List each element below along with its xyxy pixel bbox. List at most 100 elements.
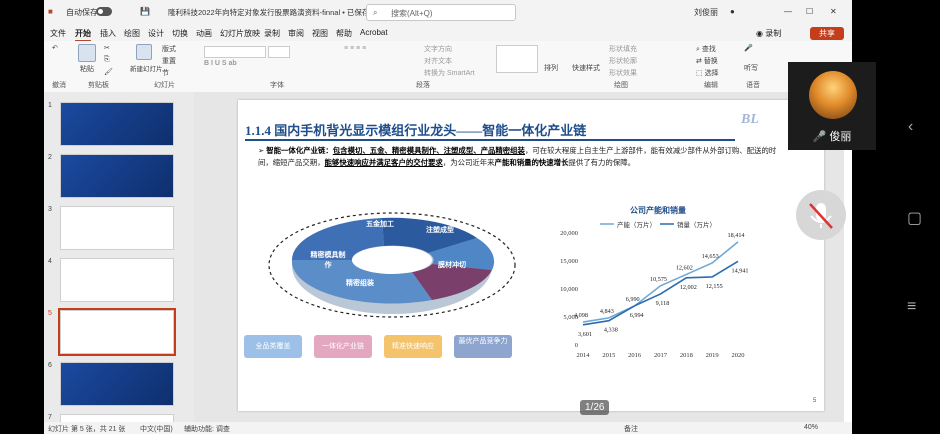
legend-label-capacity: 产能（万片） [617, 220, 656, 229]
font-size-select[interactable] [268, 46, 290, 58]
replace-button[interactable]: ⇄ 替换 [696, 56, 718, 66]
chevron-left-icon[interactable]: ‹ [908, 118, 913, 136]
slide-thumbnail-6[interactable] [60, 362, 174, 406]
zoom-level[interactable]: 40% [804, 424, 818, 431]
align-text-button[interactable]: 对齐文本 [424, 56, 452, 66]
paste-icon[interactable] [78, 44, 96, 64]
data-label-capacity: 14,653 [702, 253, 719, 260]
participant-name: 🎤 俊丽 [812, 131, 852, 143]
x-tick-label: 2015 [602, 352, 615, 359]
share-button[interactable]: 共享 [810, 27, 844, 40]
menu-help[interactable]: 帮助 [336, 28, 352, 39]
layout-button[interactable]: 版式 [162, 44, 176, 54]
dictate-button[interactable]: 听写 [744, 63, 758, 73]
group-editing: 编辑 [704, 82, 718, 89]
data-label-capacity: 6,990 [626, 296, 640, 303]
slide-thumbnail-4[interactable] [60, 258, 174, 302]
status-bar: 幻灯片 第 5 张，共 21 张 中文(中国) 辅助功能: 调查 备注 40% [44, 422, 852, 434]
avatar [809, 71, 857, 119]
menu-home[interactable]: 开始 [75, 28, 91, 42]
user-avatar-icon[interactable]: ● [730, 7, 735, 16]
slide[interactable]: 1.1.4 国内手机背光显示模组行业龙头——智能一体化产业链 BL ➢ 智能一体… [238, 100, 824, 411]
text-direction-button[interactable]: 文字方向 [424, 44, 452, 54]
thumb-number: 4 [48, 258, 52, 265]
arrange-button[interactable]: 排列 [544, 63, 558, 73]
menu-file[interactable]: 文件 [50, 28, 66, 39]
menu-review[interactable]: 审阅 [288, 28, 304, 39]
group-clipboard: 剪贴板 [88, 82, 109, 89]
smartart-button[interactable]: 转换为 SmartArt [424, 68, 475, 78]
save-icon[interactable]: 💾 [140, 7, 150, 16]
y-tick-label: 20,000 [560, 230, 578, 237]
slide-info: 幻灯片 第 5 张，共 21 张 [48, 426, 126, 433]
paragraph-list-icons[interactable]: ≡ ≡ ≡ ≡ [344, 45, 366, 52]
select-button[interactable]: ⬚ 选择 [696, 68, 719, 78]
data-label-capacity: 4,843 [600, 308, 614, 315]
dictate-icon[interactable]: 🎤 [744, 44, 753, 52]
close-icon[interactable]: ✕ [830, 7, 837, 16]
menu-slideshow[interactable]: 幻灯片放映 [220, 28, 260, 39]
menu-draw[interactable]: 绘图 [124, 28, 140, 39]
slide-thumbnail-1[interactable] [60, 102, 174, 146]
square-icon[interactable]: ▢ [907, 208, 922, 228]
pill-integrated-chain: 一体化产业链 [314, 335, 372, 358]
data-label-sales: 9,118 [656, 300, 670, 307]
data-label-capacity: 12,602 [676, 264, 693, 271]
slide-editor: 1.1.4 国内手机背光显示模组行业龙头——智能一体化产业链 BL ➢ 智能一体… [194, 92, 844, 422]
notes-button[interactable]: 备注 [624, 424, 638, 434]
slide-thumbnail-2[interactable] [60, 154, 174, 198]
section-button[interactable]: 节 [162, 68, 169, 78]
shapes-gallery[interactable] [496, 45, 538, 73]
ring-label-assembly: 精密组装 [346, 280, 374, 287]
reset-button[interactable]: 重置 [162, 56, 176, 66]
accessibility-indicator[interactable]: 辅助功能: 调查 [184, 424, 230, 434]
new-slide-label[interactable]: 新建幻灯片 [130, 63, 163, 73]
ring-label-die-cut: 膜材冲切 [438, 262, 466, 269]
menu-animations[interactable]: 动画 [196, 28, 212, 39]
group-slides: 幻灯片 [154, 82, 175, 89]
menu-insert[interactable]: 插入 [100, 28, 116, 39]
user-name: 刘俊丽 [694, 8, 718, 17]
font-name-select[interactable] [204, 46, 266, 58]
record-button[interactable]: ◉ 录制 [756, 28, 781, 39]
autosave-label: 自动保存 [66, 8, 98, 17]
menu-design[interactable]: 设计 [148, 28, 164, 39]
pill-competitiveness: 最优产品竞争力 [454, 335, 512, 358]
language-indicator[interactable]: 中文(中国) [140, 424, 173, 434]
ring-label-hardware: 五金加工 [366, 221, 394, 228]
meeting-participant-tile[interactable]: 🎤 俊丽 [788, 62, 876, 150]
shape-fill-button[interactable]: 形状填充 [609, 44, 637, 54]
cut-icon[interactable]: ✂ [104, 44, 110, 52]
data-label-capacity: 4,098 [574, 312, 588, 319]
menu-record[interactable]: 录制 [264, 28, 280, 39]
thumb-number: 2 [48, 154, 52, 161]
mute-mic-icon[interactable] [796, 190, 846, 240]
new-slide-icon[interactable] [136, 44, 152, 62]
chart-title: 公司产能和销量 [630, 205, 686, 215]
maximize-icon[interactable]: ☐ [806, 7, 813, 16]
minimize-icon[interactable]: — [784, 7, 792, 16]
menu-view[interactable]: 视图 [312, 28, 328, 39]
data-label-sales: 14,941 [731, 267, 748, 274]
data-label-capacity: 18,414 [727, 232, 744, 239]
slide-thumbnail-5[interactable] [58, 308, 176, 356]
quick-styles-button[interactable]: 快速样式 [572, 63, 600, 73]
paste-label[interactable]: 粘贴 [80, 64, 94, 74]
slide-thumbnail-3[interactable] [60, 206, 174, 250]
format-painter-icon[interactable]: 🖌 [104, 68, 113, 76]
menu-icon[interactable]: ≡ [907, 298, 916, 316]
powerpoint-window: ■ 自动保存 💾 隆利科技2022年向特定对象发行股票路演资料-finnal •… [44, 0, 852, 434]
menu-acrobat[interactable]: Acrobat [360, 28, 388, 37]
group-undo: 撤消 [52, 82, 66, 89]
search-box[interactable]: ⌕ 搜索(Alt+Q) [366, 4, 516, 21]
undo-icon[interactable]: ↶ [52, 44, 58, 52]
font-format-icons[interactable]: B I U S ab [204, 60, 237, 67]
shape-outline-button[interactable]: 形状轮廓 [609, 56, 637, 66]
autosave-toggle[interactable] [96, 7, 112, 16]
search-icon: ⌕ [373, 8, 378, 17]
data-label-sales: 6,994 [630, 312, 644, 319]
find-button[interactable]: ⌕ 查找 [696, 44, 716, 54]
menu-transitions[interactable]: 切换 [172, 28, 188, 39]
copy-icon[interactable]: ⎘ [104, 56, 110, 64]
shape-effects-button[interactable]: 形状效果 [609, 68, 637, 78]
